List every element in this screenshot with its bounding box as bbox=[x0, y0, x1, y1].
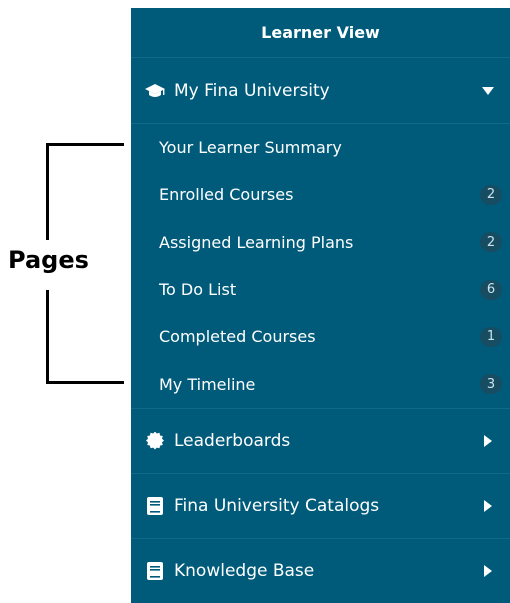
section-label: Leaderboards bbox=[174, 430, 291, 451]
section-label: My Fina University bbox=[174, 80, 330, 101]
page-my-timeline[interactable]: My Timeline 3 bbox=[131, 360, 510, 407]
graduation-cap-icon bbox=[145, 81, 165, 101]
caret-down-icon bbox=[482, 85, 494, 97]
page-label: My Timeline bbox=[159, 374, 256, 394]
section-label: Fina University Catalogs bbox=[174, 495, 380, 516]
section-leaderboards[interactable]: Leaderboards bbox=[131, 409, 510, 474]
page-label: Enrolled Courses bbox=[159, 185, 294, 205]
page-assigned-learning-plans[interactable]: Assigned Learning Plans 2 bbox=[131, 219, 510, 266]
learner-sidebar: Learner View My Fina University Your Lea… bbox=[131, 8, 510, 603]
section-my-fina-university[interactable]: My Fina University bbox=[131, 58, 510, 124]
count-badge: 2 bbox=[480, 184, 502, 205]
book-icon bbox=[145, 561, 165, 581]
count-badge: 1 bbox=[480, 326, 502, 347]
page-to-do-list[interactable]: To Do List 6 bbox=[131, 266, 510, 313]
badge-certificate-icon bbox=[145, 431, 165, 451]
page-label: Your Learner Summary bbox=[159, 138, 342, 158]
section-fina-university-catalogs[interactable]: Fina University Catalogs bbox=[131, 474, 510, 539]
pages-annotation-label: Pages bbox=[8, 246, 89, 274]
page-label: Completed Courses bbox=[159, 327, 316, 347]
book-icon bbox=[145, 496, 165, 516]
panel-title: Learner View bbox=[131, 8, 510, 58]
caret-right-icon bbox=[482, 434, 494, 447]
screenshot-stage: Pages Learner View My Fina University Yo… bbox=[0, 0, 510, 603]
section-label: Knowledge Base bbox=[174, 560, 315, 581]
page-completed-courses[interactable]: Completed Courses 1 bbox=[131, 313, 510, 360]
count-badge: 2 bbox=[480, 232, 502, 253]
my-fina-university-pages: Your Learner Summary Enrolled Courses 2 … bbox=[131, 124, 510, 409]
section-knowledge-base[interactable]: Knowledge Base bbox=[131, 539, 510, 603]
page-enrolled-courses[interactable]: Enrolled Courses 2 bbox=[131, 171, 510, 218]
page-label: Assigned Learning Plans bbox=[159, 232, 354, 252]
count-badge: 3 bbox=[480, 374, 502, 395]
caret-right-icon bbox=[482, 564, 494, 577]
page-label: To Do List bbox=[159, 280, 237, 300]
count-badge: 6 bbox=[480, 279, 502, 300]
caret-right-icon bbox=[482, 499, 494, 512]
page-your-learner-summary[interactable]: Your Learner Summary bbox=[131, 124, 510, 171]
